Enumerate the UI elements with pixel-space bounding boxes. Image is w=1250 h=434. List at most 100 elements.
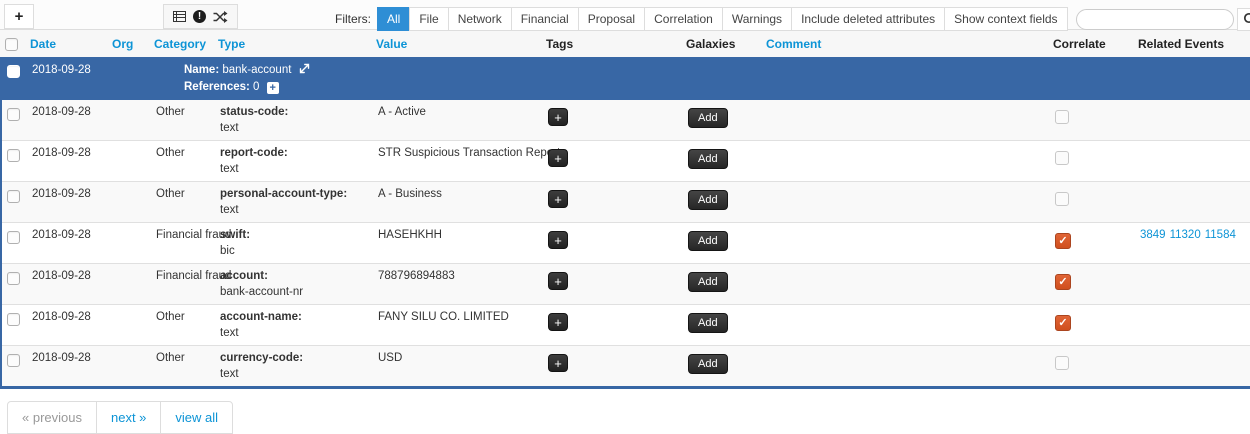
attribute-value: 788796894883 [370, 264, 540, 288]
filter-tab-financial[interactable]: Financial [511, 7, 579, 31]
correlate-checkbox-checked[interactable]: ✓ [1055, 233, 1071, 249]
add-tag-button[interactable]: + [548, 190, 568, 208]
column-header-value[interactable]: Value [368, 30, 538, 57]
column-header-comment[interactable]: Comment [758, 30, 1045, 57]
attribute-org [106, 223, 148, 235]
related-event-link[interactable]: 11320 [1170, 229, 1201, 241]
add-reference-icon[interactable]: + [267, 82, 279, 94]
attribute-category: Other [148, 305, 212, 329]
column-header-galaxies: Galaxies [678, 30, 758, 57]
correlate-checkbox[interactable] [1055, 151, 1069, 165]
add-tag-button[interactable]: + [548, 231, 568, 249]
add-tag-button[interactable]: + [548, 354, 568, 372]
object-date: 2018-09-28 [24, 57, 106, 82]
correlate-checkbox[interactable] [1055, 110, 1069, 124]
correlate-checkbox[interactable] [1055, 192, 1069, 206]
attribute-category: Other [148, 100, 212, 124]
row-checkbox[interactable] [7, 190, 20, 203]
attribute-row: 2018-09-28Othercurrency-code:textUSD+Add [2, 345, 1250, 386]
row-checkbox[interactable] [7, 354, 20, 367]
select-all-checkbox[interactable] [5, 38, 18, 51]
expand-icon[interactable] [299, 65, 310, 77]
filter-tab-include-deleted-attributes[interactable]: Include deleted attributes [791, 7, 945, 31]
attribute-org [106, 346, 148, 358]
correlate-checkbox-checked[interactable]: ✓ [1055, 315, 1071, 331]
add-tag-button[interactable]: + [548, 149, 568, 167]
add-tag-button[interactable]: + [548, 108, 568, 126]
exclamation-circle-icon[interactable]: ! [193, 10, 206, 23]
attribute-date: 2018-09-28 [24, 305, 106, 329]
related-events-cell [1132, 100, 1250, 112]
attribute-row: 2018-09-28 Otheraccount-name:textFANY SIL… [2, 304, 1250, 345]
row-checkbox[interactable] [7, 272, 20, 285]
add-galaxy-button[interactable]: Add [688, 313, 728, 333]
column-header-category[interactable]: Category [146, 30, 210, 57]
attribute-value: A - Business [370, 182, 540, 206]
add-attribute-button[interactable]: + [4, 4, 34, 29]
list-icon[interactable] [173, 10, 186, 23]
filter-tab-all[interactable]: All [377, 7, 410, 31]
filter-tab-proposal[interactable]: Proposal [578, 7, 645, 31]
attribute-comment [760, 346, 1047, 358]
pagination-next[interactable]: next » [96, 401, 161, 434]
object-references-label: References: [184, 81, 250, 93]
attribute-row: 2018-09-28Otherpersonal-account-type:tex… [2, 181, 1250, 222]
filter-tab-file[interactable]: File [409, 7, 448, 31]
misp-attributes-panel: + ! Filters: AllFileNetworkFinancia [0, 0, 1250, 415]
attribute-type: account-name:text [212, 305, 370, 345]
correlate-checkbox[interactable] [1055, 356, 1069, 370]
add-galaxy-button[interactable]: Add [688, 108, 728, 128]
attribute-type: account:bank-account-nr [212, 264, 370, 304]
column-header-org[interactable]: Org [104, 30, 146, 57]
add-galaxy-button[interactable]: Add [688, 231, 728, 251]
attribute-category: Financial fraud [148, 264, 212, 288]
column-header-date[interactable]: Date [22, 30, 104, 57]
filter-tab-network[interactable]: Network [448, 7, 512, 31]
attribute-row: 2018-09-28Financial fraudswift:bicHASEHK… [2, 222, 1250, 263]
object-row[interactable]: 2018-09-28 Name: bank-account References… [2, 57, 1250, 100]
filter-tab-correlation[interactable]: Correlation [644, 7, 723, 31]
attribute-date: 2018-09-28 [24, 346, 106, 370]
attribute-date: 2018-09-28 [24, 100, 106, 124]
filters-label: Filters: [335, 12, 371, 26]
add-tag-button[interactable]: + [548, 313, 568, 331]
row-checkbox[interactable] [7, 149, 20, 162]
attribute-row: 2018-09-28Otherstatus-code:textA - Activ… [2, 100, 1250, 140]
attribute-type: currency-code:text [212, 346, 370, 386]
object-name: bank-account [222, 64, 291, 76]
table-header: DateOrgCategoryTypeValueTagsGalaxiesComm… [0, 30, 1250, 57]
correlate-checkbox-checked[interactable]: ✓ [1055, 274, 1071, 290]
attribute-type: report-code:text [212, 141, 370, 181]
filter-tab-show-context-fields[interactable]: Show context fields [944, 7, 1067, 31]
pagination-previous: « previous [7, 401, 97, 434]
add-galaxy-button[interactable]: Add [688, 190, 728, 210]
related-events-cell [1132, 264, 1250, 276]
add-galaxy-button[interactable]: Add [688, 149, 728, 169]
pagination-view-all[interactable]: view all [160, 401, 233, 434]
add-galaxy-button[interactable]: Add [688, 272, 728, 292]
related-event-link[interactable]: 11584 [1205, 229, 1236, 241]
attribute-value: FANY SILU CO. LIMITED [370, 305, 540, 329]
filter-tab-warnings[interactable]: Warnings [722, 7, 792, 31]
related-events-cell [1132, 182, 1250, 194]
row-checkbox[interactable] [7, 313, 20, 326]
attribute-row: 2018-09-28Otherreport-code:textSTR Suspi… [2, 140, 1250, 181]
attribute-comment [760, 100, 1047, 112]
attribute-org [106, 100, 148, 112]
row-checkbox[interactable] [7, 231, 20, 244]
search-button[interactable] [1237, 8, 1250, 31]
attribute-org [106, 141, 148, 153]
add-tag-button[interactable]: + [548, 272, 568, 290]
column-header-type[interactable]: Type [210, 30, 368, 57]
search-input[interactable] [1076, 9, 1234, 30]
row-checkbox[interactable] [7, 108, 20, 121]
column-header-correlate: Correlate [1045, 30, 1130, 57]
related-events-cell [1132, 141, 1250, 153]
attribute-comment [760, 182, 1047, 194]
add-galaxy-button[interactable]: Add [688, 354, 728, 374]
pagination: « previousnext »view all [7, 401, 233, 434]
attribute-date: 2018-09-28 [24, 182, 106, 206]
related-event-link[interactable]: 3849 [1140, 229, 1166, 241]
shuffle-icon[interactable] [213, 11, 228, 23]
object-row-checkbox[interactable] [7, 65, 20, 78]
